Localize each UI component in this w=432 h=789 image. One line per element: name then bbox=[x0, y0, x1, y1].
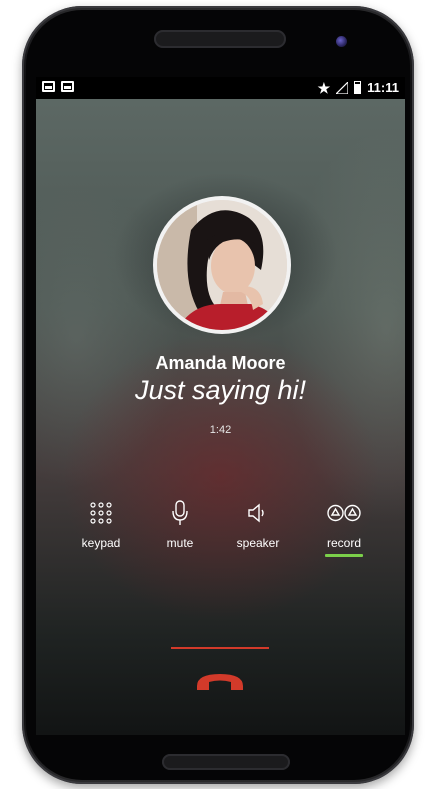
caller-name: Amanda Moore bbox=[155, 353, 286, 373]
image-icon bbox=[61, 81, 74, 92]
signal-icon bbox=[336, 81, 349, 94]
earpiece-speaker bbox=[154, 30, 286, 48]
caller-avatar-ring bbox=[153, 196, 291, 334]
record-button[interactable]: record bbox=[304, 497, 384, 557]
record-icon bbox=[327, 504, 361, 522]
battery-icon bbox=[354, 81, 362, 94]
keypad-icon bbox=[90, 502, 112, 524]
record-active-indicator bbox=[325, 554, 363, 557]
record-label: record bbox=[326, 536, 361, 550]
keypad-button[interactable]: keypad bbox=[61, 497, 141, 550]
call-duration: 1:42 bbox=[209, 424, 232, 436]
keypad-label: keypad bbox=[81, 536, 121, 550]
speaker-button[interactable]: speaker bbox=[218, 497, 298, 550]
mute-label: mute bbox=[166, 536, 194, 550]
caller-avatar bbox=[157, 200, 287, 330]
end-call-button[interactable] bbox=[186, 663, 254, 697]
status-bar: ★ 11:11 bbox=[36, 77, 405, 99]
speaker-icon bbox=[248, 503, 264, 523]
bottom-speaker bbox=[162, 754, 290, 770]
call-actions: keypad mute speaker record bbox=[36, 497, 405, 557]
message-icon bbox=[42, 81, 55, 92]
speaker-label: speaker bbox=[236, 536, 280, 550]
mute-button[interactable]: mute bbox=[140, 497, 220, 550]
end-call-icon bbox=[197, 674, 243, 690]
star-icon: ★ bbox=[317, 79, 331, 96]
caller-status-message: Just saying hi! bbox=[134, 375, 307, 405]
front-camera bbox=[336, 36, 347, 47]
end-call-divider bbox=[171, 647, 269, 649]
status-time: 11:11 bbox=[367, 80, 399, 95]
microphone-icon bbox=[172, 500, 188, 525]
call-screen: ★ 11:11 Amanda Moore Just saying hi! 1:4… bbox=[36, 77, 405, 735]
